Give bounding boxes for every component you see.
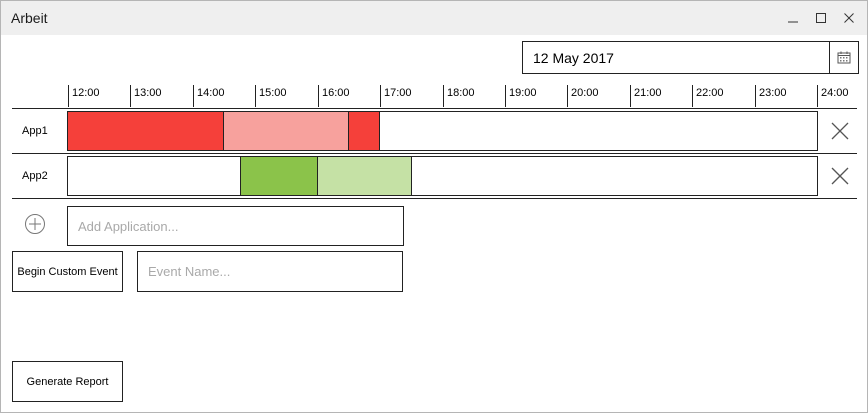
activity-segment[interactable] (349, 112, 380, 150)
timeline-tick (255, 85, 256, 107)
timeline-tick-label: 16:00 (322, 87, 350, 99)
timeline-tick-label: 17:00 (384, 87, 412, 99)
app-row-label: App2 (22, 170, 48, 182)
divider (12, 198, 857, 199)
minimize-icon (788, 21, 798, 23)
timeline-tick (817, 85, 818, 107)
timeline-tick-label: 22:00 (696, 87, 724, 99)
date-value: 12 May 2017 (533, 50, 614, 66)
timeline-tick-label: 12:00 (72, 87, 100, 99)
maximize-icon (816, 13, 826, 23)
timeline-tick-label: 20:00 (571, 87, 599, 99)
activity-segment[interactable] (224, 112, 349, 150)
add-circle-icon (25, 214, 45, 234)
activity-segment[interactable] (240, 157, 318, 195)
timeline-tick-label: 18:00 (447, 87, 475, 99)
timeline-tick (567, 85, 568, 107)
remove-app2-button[interactable] (827, 163, 853, 189)
timeline-tick (318, 85, 319, 107)
title-bar: Arbeit (1, 1, 867, 35)
timeline-tick (443, 85, 444, 107)
add-application-input[interactable] (67, 206, 404, 246)
begin-custom-event-button[interactable]: Begin Custom Event (12, 251, 123, 292)
timeline-axis: 12:00 13:00 14:00 15:00 16:00 17:00 18:00 19:00… (1, 85, 868, 109)
timeline-tick (692, 85, 693, 107)
calendar-icon (837, 51, 851, 64)
timeline-tick-label: 23:00 (759, 87, 787, 99)
window-title: Arbeit (11, 10, 48, 26)
activity-segment[interactable] (68, 112, 224, 150)
timeline-tick (193, 85, 194, 107)
timeline-tick-label: 15:00 (259, 87, 287, 99)
app-row-label: App1 (22, 125, 48, 137)
timeline-tick (380, 85, 381, 107)
generate-report-button[interactable]: Generate Report (12, 361, 123, 402)
app-window: Arbeit 12 May 2017 12:00 13:00 14:00 15:… (0, 0, 868, 413)
timeline-tick (755, 85, 756, 107)
close-button[interactable] (837, 6, 861, 30)
timeline-tick-label: 13:00 (134, 87, 162, 99)
timeline-tick-label: 21:00 (634, 87, 662, 99)
calendar-button[interactable] (829, 42, 858, 73)
timeline-tick (630, 85, 631, 107)
event-name-input[interactable] (137, 251, 403, 292)
add-application-button[interactable] (24, 213, 46, 235)
timeline-tick (68, 85, 69, 107)
timeline-tick (505, 85, 506, 107)
remove-app1-button[interactable] (827, 118, 853, 144)
maximize-button[interactable] (809, 6, 833, 30)
app1-timeline-track[interactable] (67, 111, 818, 151)
minimize-button[interactable] (781, 6, 805, 30)
close-icon (844, 13, 854, 23)
timeline-tick-label: 14:00 (197, 87, 225, 99)
timeline-tick-label: 19:00 (509, 87, 537, 99)
timeline-tick-label: 24:00 (821, 87, 849, 99)
date-picker[interactable]: 12 May 2017 (522, 41, 859, 74)
divider (12, 108, 857, 109)
activity-segment[interactable] (318, 157, 412, 195)
timeline-tick (130, 85, 131, 107)
divider (12, 153, 857, 154)
app2-timeline-track[interactable] (67, 156, 818, 196)
remove-icon (831, 122, 849, 140)
remove-icon (831, 167, 849, 185)
